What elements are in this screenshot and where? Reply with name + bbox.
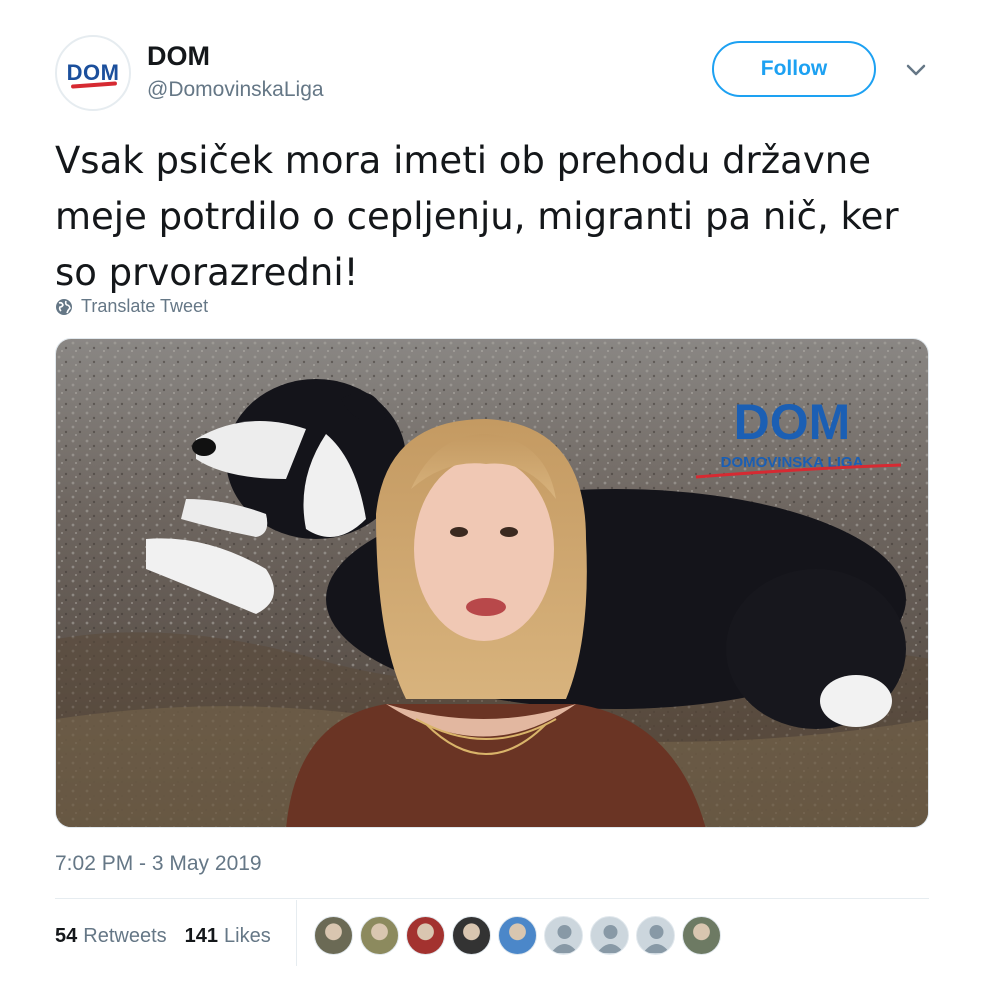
watermark-title: DOM (734, 394, 851, 450)
retweets-label: Retweets (83, 924, 167, 947)
stats-separator (296, 900, 297, 966)
tweet-header: DOM DOM @DomovinskaLiga Follow (55, 33, 936, 113)
liker-avatar-5[interactable] (498, 916, 537, 955)
globe-icon (56, 298, 72, 315)
retweets-count: 54 (55, 924, 78, 947)
author-name[interactable]: DOM (147, 41, 210, 72)
liker-avatar-3[interactable] (406, 916, 445, 955)
default-avatar-icon[interactable] (590, 916, 629, 955)
liked-by-avatars (314, 916, 721, 955)
default-avatar-icon[interactable] (544, 916, 583, 955)
liker-avatar-9[interactable] (682, 916, 721, 955)
tweet-text: Vsak psiček mora imeti ob prehodu državn… (55, 133, 935, 301)
liker-avatar-4[interactable] (452, 916, 491, 955)
liker-avatar-1[interactable] (314, 916, 353, 955)
tweet-text-line: meje potrdilo o cepljenju, migranti pa n… (55, 195, 899, 238)
follow-button[interactable]: Follow (712, 41, 876, 97)
retweets-stat[interactable]: 54 Retweets (55, 925, 167, 948)
translate-tweet-link[interactable]: Translate Tweet (55, 296, 208, 317)
tweet-media-video[interactable]: DOM DOMOVINSKA LIGA (55, 338, 929, 828)
likes-stat[interactable]: 141 Likes (185, 925, 271, 948)
tweet-text-line: Vsak psiček mora imeti ob prehodu državn… (55, 139, 871, 182)
divider (55, 898, 929, 899)
tweet-stats: 54 Retweets 141 Likes (55, 918, 289, 954)
tweet-timestamp[interactable]: 7:02 PM - 3 May 2019 (55, 852, 262, 876)
video-frame-image: DOM DOMOVINSKA LIGA (56, 339, 928, 827)
author-avatar[interactable]: DOM (55, 35, 131, 111)
translate-label: Translate Tweet (81, 296, 209, 316)
default-avatar-icon[interactable] (636, 916, 675, 955)
author-handle[interactable]: @DomovinskaLiga (147, 78, 324, 102)
liker-avatar-2[interactable] (360, 916, 399, 955)
chevron-down-icon[interactable] (905, 59, 927, 81)
likes-label: Likes (224, 924, 271, 947)
likes-count: 141 (184, 924, 218, 947)
tweet-text-line: so prvorazredni! (55, 251, 359, 294)
